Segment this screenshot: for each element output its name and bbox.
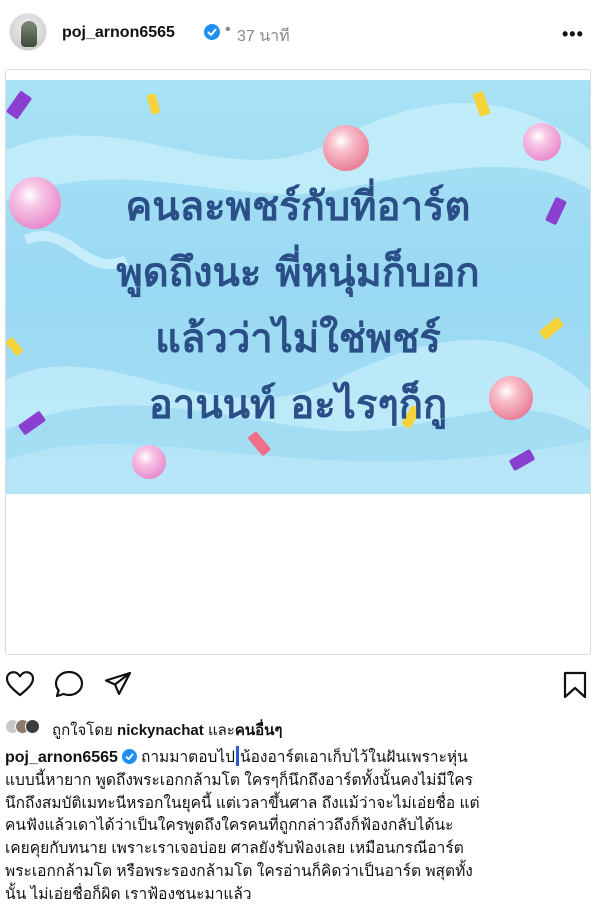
caption-line: นึกถึงสมบัติเมทะนีหรอกในยุคนี้ แต่เวลาขึ…	[5, 794, 480, 812]
image-text-line: แล้วว่าไม่ใช่พชร์	[155, 316, 441, 362]
username-link[interactable]: poj_arnon6565	[62, 24, 175, 42]
image-text-line: อานนท์ อะไรๆก็กู	[148, 382, 448, 428]
image-text-line: พูดถึงนะ พี่หนุ่มก็บอก	[116, 250, 480, 296]
caption-text: น้องอาร์ตเอาเก็บไว้ในฝันเพราะหุ่น	[240, 749, 468, 766]
likes-summary: ถูกใจโดย nickynachat และคนอื่นๆ	[52, 718, 282, 742]
text-cursor	[236, 746, 240, 766]
post-caption: poj_arnon6565 ถามมาตอบไป น้องอาร์ตเอาเก็บไ…	[5, 746, 591, 907]
separator-dot: •	[225, 21, 231, 38]
likes-conjunction: และ	[207, 722, 235, 739]
post-image[interactable]: คนละพชร์กับที่อาร์ต พูดถึงนะ พี่หนุ่มก็บ…	[6, 80, 590, 494]
image-caption-text: คนละพชร์กับที่อาร์ต พูดถึงนะ พี่หนุ่มก็บ…	[6, 174, 590, 438]
caption-line: พระเอกกล้ามโต หรือพระรองกล้ามโต ใครอ่านก…	[5, 862, 473, 880]
caption-line: poj_arnon6565 ถามมาตอบไป น้องอาร์ตเอาเก็บไ…	[5, 746, 591, 770]
caption-line: แบบนี้หายาก พูดถึงพระเอกกล้ามโต ใครๆก็นึ…	[5, 771, 473, 789]
avatar[interactable]	[9, 13, 47, 51]
avatar-photo	[21, 21, 37, 47]
caption-text: ถามมาตอบไป	[140, 749, 236, 766]
image-text-line: คนละพชร์กับที่อาร์ต	[125, 184, 471, 230]
bookmark-icon[interactable]	[563, 671, 587, 704]
caption-username-link[interactable]: poj_arnon6565	[5, 749, 118, 766]
verified-icon	[204, 24, 220, 40]
liker-username-link[interactable]: nickynachat	[117, 722, 204, 739]
more-options-button[interactable]: •••	[562, 24, 584, 45]
liker-avatar	[25, 719, 40, 734]
verified-icon	[121, 749, 137, 764]
share-icon[interactable]	[104, 671, 132, 702]
comment-icon[interactable]	[54, 670, 84, 703]
likes-row: ถูกใจโดย nickynachat และคนอื่นๆ	[0, 716, 596, 739]
caption-line: นั้น ไม่เอ่ยชื่อก็ผิด เราฟ้องชนะมาแล้ว	[5, 885, 252, 903]
action-bar	[0, 668, 596, 702]
post-timestamp[interactable]: 37 นาที	[237, 24, 290, 49]
caption-line: คนฟังแล้วเดาได้ว่าเป็นใครพูดถึงใครคนที่ถ…	[5, 817, 454, 835]
caption-line: เคยคุยกับทนาย เพราะเราเจอบ่อย ศาลยังรับฟ…	[5, 840, 464, 858]
post-header: poj_arnon6565 • 37 นาที •••	[0, 0, 596, 68]
likes-others-link[interactable]: คนอื่นๆ	[235, 722, 283, 739]
heart-icon[interactable]	[5, 671, 35, 702]
likes-prefix: ถูกใจโดย	[52, 722, 113, 739]
